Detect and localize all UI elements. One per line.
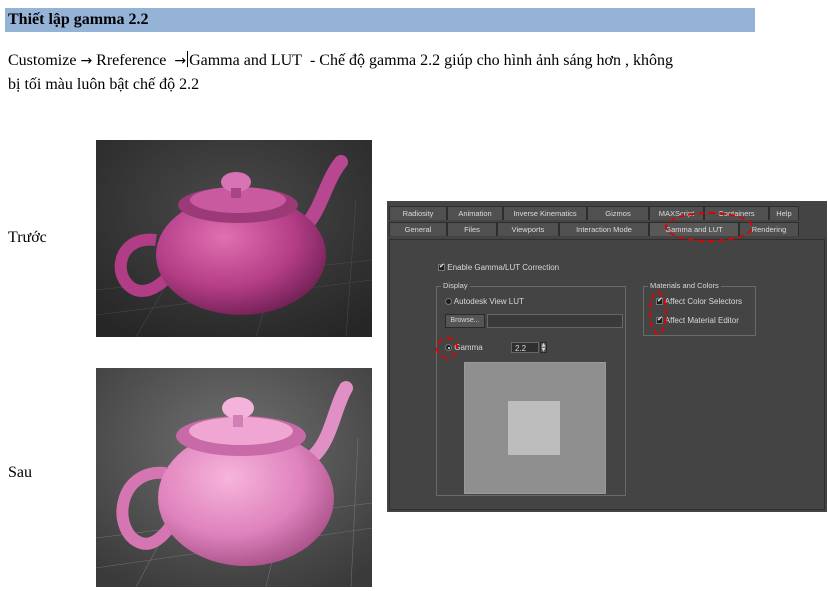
arrow-icon: → [80, 53, 93, 69]
heading-bar: Thiết lập gamma 2.2 [5, 8, 755, 32]
affect-material-row[interactable]: Affect Material Editor [656, 315, 739, 325]
text-cursor [187, 51, 189, 67]
autodesk-lut-label: Autodesk View LUT [453, 297, 524, 306]
teapot-before-image [96, 140, 372, 337]
materials-group-title: Materials and Colors [648, 281, 721, 290]
label-after: Sau [8, 464, 32, 481]
tab-radiosity[interactable]: Radiosity [389, 206, 447, 220]
gamma-label: Gamma [454, 343, 483, 352]
path-step-preference: Rreference [96, 52, 167, 69]
preferences-dialog: Radiosity Animation Inverse Kinematics G… [387, 201, 827, 512]
affect-color-label: Affect Color Selectors [664, 297, 742, 306]
path-step-gamma: Gamma and LUT [189, 52, 302, 69]
heading-text: Thiết lập gamma 2.2 [8, 11, 149, 28]
tab-files[interactable]: Files [447, 222, 497, 236]
path-step-customize: Customize [8, 52, 77, 69]
enable-gamma-row[interactable]: Enable Gamma/LUT Correction [438, 262, 560, 272]
tab-interaction-mode[interactable]: Interaction Mode [559, 222, 649, 236]
label-before: Trước [8, 229, 47, 246]
highlight-gamma-tab [665, 212, 753, 242]
gamma-spinner[interactable]: ▲ ▼ [540, 342, 547, 353]
autodesk-lut-radio[interactable] [445, 298, 452, 306]
tab-general[interactable]: General [389, 222, 447, 236]
arrow-icon: → [174, 53, 187, 69]
affect-color-row[interactable]: Affect Color Selectors [656, 296, 742, 306]
tab-gizmos[interactable]: Gizmos [587, 206, 649, 220]
autodesk-lut-row[interactable]: Autodesk View LUT [445, 297, 524, 306]
instruction-paragraph: Customize → Rreference → Gamma and LUT - … [8, 49, 768, 96]
tab-animation[interactable]: Animation [447, 206, 503, 220]
gamma-lut-panel: Enable Gamma/LUT Correction Display Auto… [389, 239, 825, 510]
tab-inverse-kinematics[interactable]: Inverse Kinematics [503, 206, 587, 220]
teapot-after-image [96, 368, 372, 587]
gamma-preview-swatch [508, 401, 560, 455]
enable-gamma-label: Enable Gamma/LUT Correction [447, 263, 560, 272]
tab-help[interactable]: Help [769, 206, 799, 220]
description-text: - Chế độ gamma 2.2 giúp cho hình ảnh sán… [309, 52, 674, 69]
tab-viewports[interactable]: Viewports [497, 222, 559, 236]
display-group: Display Autodesk View LUT Browse... Gamm… [436, 281, 626, 496]
highlight-material-checkboxes [649, 291, 667, 335]
gamma-preview [464, 362, 606, 494]
highlight-gamma-radio [436, 337, 458, 359]
affect-material-label: Affect Material Editor [664, 316, 739, 325]
enable-gamma-checkbox[interactable] [438, 262, 445, 272]
display-group-title: Display [441, 281, 470, 290]
lut-path-field[interactable] [487, 314, 623, 328]
description-text-line2: bị tối màu luôn bật chế độ 2.2 [8, 76, 200, 93]
browse-button[interactable]: Browse... [445, 314, 485, 328]
gamma-value-field[interactable]: 2.2 [511, 342, 539, 353]
